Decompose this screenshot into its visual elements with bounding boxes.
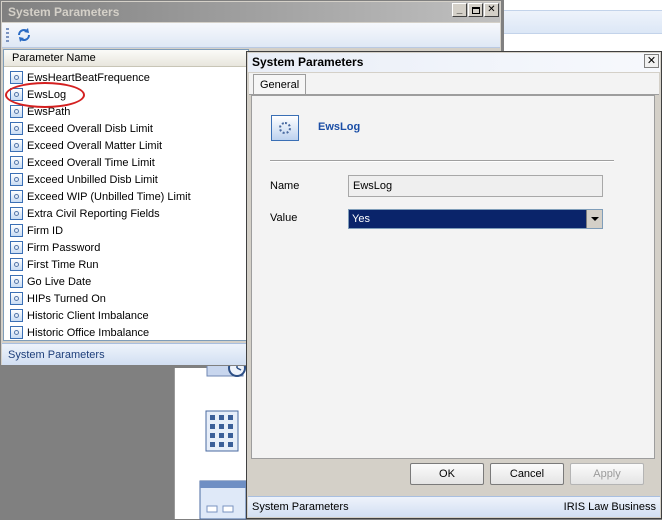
status-right-text: IRIS Law Business — [563, 501, 656, 513]
office-building-icon[interactable] — [205, 410, 239, 452]
maximize-button[interactable] — [468, 3, 483, 17]
list-toolbar — [2, 23, 500, 48]
list-item-label: Exceed WIP (Unbilled Time) Limit — [27, 190, 191, 203]
list-item[interactable]: Historic Office Imbalance — [4, 324, 248, 340]
list-item[interactable]: Exceed Unbilled Disb Limit — [4, 171, 248, 188]
dialog-title: System Parameters — [248, 53, 660, 72]
header-divider — [270, 160, 614, 162]
value-dropdown[interactable]: Yes — [348, 209, 603, 229]
minimize-button[interactable]: _ — [452, 3, 467, 17]
list-item[interactable]: Firm Password — [4, 239, 248, 256]
parameter-icon — [10, 326, 23, 339]
parameter-edit-dialog: System Parameters ✕ General EwsLog Name … — [246, 51, 662, 519]
list-item[interactable]: Historic Client Imbalance — [4, 307, 248, 324]
close-icon: ✕ — [646, 55, 657, 67]
parameter-icon — [10, 292, 23, 305]
parameter-gear-icon — [271, 115, 299, 141]
window-caption-buttons: _ ✕ — [452, 3, 499, 17]
list-item[interactable]: First Time Run — [4, 256, 248, 273]
list-item[interactable]: Firm ID — [4, 222, 248, 239]
list-item[interactable]: Exceed WIP (Unbilled Time) Limit — [4, 188, 248, 205]
window-form-icon[interactable] — [199, 480, 247, 520]
value-dropdown-selected: Yes — [352, 213, 370, 225]
list-item-label: Firm ID — [27, 224, 64, 237]
list-item[interactable]: Extra Civil Reporting Fields — [4, 205, 248, 222]
list-status-bar: System Parameters — [2, 343, 249, 365]
list-item[interactable]: Exceed Overall Time Limit — [4, 154, 248, 171]
parameter-icon — [10, 105, 23, 118]
parameter-icon — [10, 207, 23, 220]
tab-general[interactable]: General — [253, 74, 307, 94]
status-left-text: System Parameters — [252, 501, 349, 513]
toolbar-grip[interactable] — [6, 28, 9, 42]
list-item-label: Exceed Overall Disb Limit — [27, 122, 153, 135]
list-item-label: First Time Run — [27, 258, 99, 271]
parameter-icon — [10, 224, 23, 237]
background-nav-pane — [174, 362, 249, 520]
parameter-icon — [10, 156, 23, 169]
list-item-label: Historic Client Imbalance — [27, 309, 149, 322]
list-item-label: Exceed Unbilled Disb Limit — [27, 173, 158, 186]
background-app-strip — [504, 10, 662, 34]
list-window-title: System Parameters — [2, 2, 500, 22]
list-item[interactable]: HIPs Turned On — [4, 290, 248, 307]
parameter-icon — [10, 190, 23, 203]
list-item[interactable]: Go Live Date — [4, 273, 248, 290]
parameter-icon — [10, 122, 23, 135]
parameter-icon — [10, 139, 23, 152]
list-item[interactable]: Exceed Overall Disb Limit — [4, 120, 248, 137]
parameter-header-title: EwsLog — [318, 121, 361, 133]
dialog-tabstrip: General — [249, 73, 659, 95]
chevron-down-icon[interactable] — [586, 210, 602, 228]
dialog-close-button[interactable]: ✕ — [644, 54, 659, 68]
parameter-icon — [10, 241, 23, 254]
close-icon: ✕ — [487, 4, 496, 15]
value-label: Value — [270, 212, 298, 224]
ok-button[interactable]: OK — [410, 463, 484, 485]
list-item-label: Go Live Date — [27, 275, 92, 288]
dialog-status-bar: System Parameters IRIS Law Business — [248, 496, 660, 517]
list-item-label: Firm Password — [27, 241, 101, 254]
parameter-icon — [10, 173, 23, 186]
list-item-label: Extra Civil Reporting Fields — [27, 207, 160, 220]
parameter-icon — [10, 71, 23, 84]
list-item[interactable]: Exceed Overall Matter Limit — [4, 137, 248, 154]
name-field: EwsLog — [348, 175, 603, 197]
close-button[interactable]: ✕ — [484, 3, 499, 17]
parameter-icon — [10, 258, 23, 271]
cancel-button[interactable]: Cancel — [490, 463, 564, 485]
column-header-parameter-name[interactable]: Parameter Name — [4, 50, 248, 67]
apply-button[interactable]: Apply — [570, 463, 644, 485]
general-panel: EwsLog Name EwsLog Value Yes — [251, 95, 655, 459]
list-item-label: Historic Office Imbalance — [27, 326, 150, 339]
refresh-icon[interactable] — [16, 27, 32, 43]
minimize-icon: _ — [456, 4, 463, 15]
list-item-label: Exceed Overall Matter Limit — [27, 139, 163, 152]
maximize-icon — [471, 6, 480, 14]
parameter-rows: EwsHeartBeatFrequence EwsLog EwsPath Exceed… — [4, 67, 248, 340]
name-label: Name — [270, 180, 300, 192]
parameter-icon — [10, 309, 23, 322]
list-item-label: Exceed Overall Time Limit — [27, 156, 155, 169]
annotation-circle — [5, 82, 85, 108]
parameter-icon — [10, 275, 23, 288]
list-item-label: HIPs Turned On — [27, 292, 106, 305]
